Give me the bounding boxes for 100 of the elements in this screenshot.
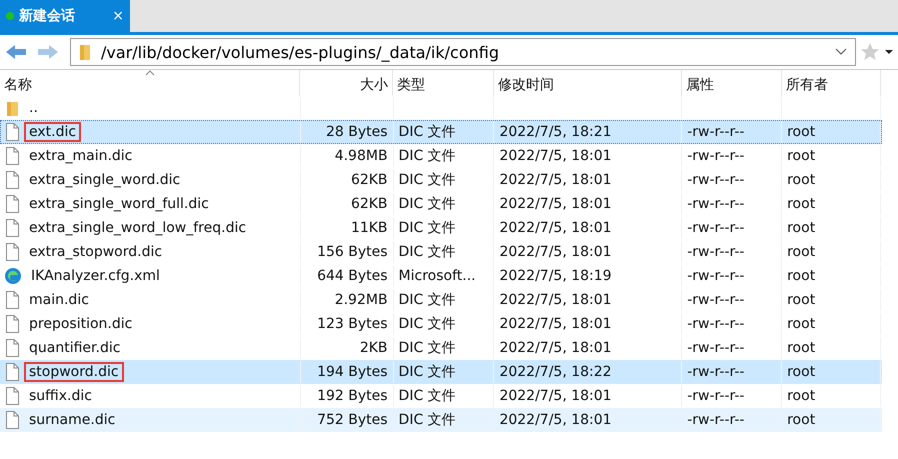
table-cell: 4.98MB (334, 148, 388, 164)
table-cell: -rw-r--r-- (687, 292, 744, 308)
file-icon (4, 338, 20, 358)
table-cell: DIC 文件 (398, 291, 456, 309)
table-cell: 2022/7/5, 18:19 (499, 268, 612, 284)
file-name: surname.dic (28, 411, 116, 430)
table-cell: root (787, 172, 816, 188)
file-icon (4, 314, 20, 334)
header-label: 大小 (360, 76, 388, 95)
file-row[interactable]: .. (0, 96, 882, 120)
file-icon (4, 218, 20, 238)
table-cell: 2022/7/5, 18:01 (499, 292, 612, 308)
table-cell: DIC 文件 (398, 411, 456, 429)
table-cell: -rw-r--r-- (687, 124, 744, 140)
table-cell: DIC 文件 (398, 171, 456, 189)
table-cell: DIC 文件 (398, 219, 456, 237)
file-row[interactable]: suffix.dic 192 Bytes DIC 文件 2022/7/5, 18:01 -rw-r--r-- root (0, 384, 882, 408)
table-cell: -rw-r--r-- (687, 364, 744, 380)
table-cell: -rw-r--r-- (687, 148, 744, 164)
file-row[interactable]: extra_single_word_full.dic 62KB DIC 文件 2022/7/5, 18:01 -rw-r--r-- root (0, 192, 882, 216)
table-cell: 2022/7/5, 18:01 (499, 244, 612, 260)
browser-icon (4, 267, 22, 285)
column-header[interactable]: 所有者 (782, 70, 881, 96)
column-header[interactable]: 修改时间 (494, 70, 682, 96)
table-cell: 2022/7/5, 18:01 (499, 196, 612, 212)
column-header[interactable]: 大小 (300, 70, 393, 96)
table-cell: 2022/7/5, 18:22 (499, 364, 612, 380)
table-cell: 2022/7/5, 18:01 (499, 172, 612, 188)
file-row[interactable]: extra_main.dic 4.98MB DIC 文件 2022/7/5, 18:01 -rw-r--r-- root (0, 144, 882, 168)
table-cell: -rw-r--r-- (687, 220, 744, 236)
file-icon (4, 170, 20, 190)
file-row[interactable]: surname.dic 752 Bytes DIC 文件 2022/7/5, 18:01 -rw-r--r-- root (0, 408, 882, 432)
table-cell: root (787, 244, 816, 260)
header-label: 类型 (397, 76, 425, 95)
file-row[interactable]: ext.dic 28 Bytes DIC 文件 2022/7/5, 18:21 -rw-r--r-- root (0, 120, 882, 144)
file-icon (4, 290, 20, 310)
column-header[interactable]: 名称 (0, 70, 300, 96)
file-row[interactable]: main.dic 2.92MB DIC 文件 2022/7/5, 18:01 -rw-r--r-- root (0, 288, 882, 312)
folder-icon (79, 43, 93, 61)
star-icon[interactable] (860, 42, 880, 62)
table-cell: 2022/7/5, 18:01 (499, 388, 612, 404)
table-cell: 2022/7/5, 18:01 (499, 340, 612, 356)
table-cell: root (787, 220, 816, 236)
table-cell: root (787, 196, 816, 212)
file-row[interactable]: stopword.dic 194 Bytes DIC 文件 2022/7/5, 18:22 -rw-r--r-- root (0, 360, 882, 384)
file-icon (4, 242, 20, 262)
file-name: quantifier.dic (28, 339, 122, 358)
file-name: IKAnalyzer.cfg.xml (30, 267, 161, 286)
table-cell: DIC 文件 (398, 387, 456, 405)
file-name: preposition.dic (28, 315, 134, 334)
file-name: main.dic (28, 291, 90, 310)
table-cell: 644 Bytes (317, 268, 388, 284)
table-cell: -rw-r--r-- (687, 316, 744, 332)
table-cell: DIC 文件 (398, 243, 456, 261)
column-header[interactable]: 类型 (393, 70, 494, 96)
session-tab[interactable]: 新建会话 × (0, 0, 130, 32)
table-cell: 156 Bytes (317, 244, 388, 260)
file-row[interactable]: extra_single_word.dic 62KB DIC 文件 2022/7/5, 18:01 -rw-r--r-- root (0, 168, 882, 192)
table-cell: root (787, 124, 816, 140)
table-cell: 2022/7/5, 18:21 (499, 124, 612, 140)
file-name: stopword.dic (24, 362, 124, 382)
header-label: 所有者 (786, 76, 828, 95)
sort-caret-icon (144, 70, 154, 76)
file-name: extra_main.dic (28, 147, 134, 166)
close-button[interactable]: × (112, 8, 124, 24)
table-cell: 2022/7/5, 18:01 (499, 220, 612, 236)
table-cell: -rw-r--r-- (687, 196, 744, 212)
table-cell: 2022/7/5, 18:01 (499, 316, 612, 332)
table-cell: 28 Bytes (326, 124, 388, 140)
file-row[interactable]: preposition.dic 123 Bytes DIC 文件 2022/7/5, 18:01 -rw-r--r-- root (0, 312, 882, 336)
file-name: extra_single_word_low_freq.dic (28, 219, 248, 238)
table-cell: DIC 文件 (398, 339, 456, 357)
dropdown-icon[interactable] (884, 48, 894, 56)
table-cell: 752 Bytes (317, 412, 388, 428)
file-name: .. (28, 99, 39, 118)
table-cell: root (787, 268, 816, 284)
address-field[interactable]: /var/lib/docker/volumes/es-plugins/_data/ik/config (70, 38, 856, 66)
table-cell: -rw-r--r-- (687, 172, 744, 188)
tab-label: 新建会话 (19, 7, 75, 25)
table-cell: DIC 文件 (398, 195, 456, 213)
table-cell: root (787, 388, 816, 404)
file-icon (4, 194, 20, 214)
file-icon (4, 410, 20, 430)
file-row[interactable]: extra_single_word_low_freq.dic 11KB DIC 文件 2022/7/5, 18:01 -rw-r--r-- root (0, 216, 882, 240)
table-cell: 2022/7/5, 18:01 (499, 412, 612, 428)
table-cell: DIC 文件 (398, 123, 456, 141)
table-cell: root (787, 316, 816, 332)
file-name: extra_single_word.dic (28, 171, 182, 190)
column-header[interactable]: 属性 (682, 70, 782, 96)
table-cell: 192 Bytes (317, 388, 388, 404)
table-cell: root (787, 412, 816, 428)
chevron-down-icon[interactable] (835, 48, 847, 56)
file-name: extra_single_word_full.dic (28, 195, 210, 214)
file-name: suffix.dic (28, 387, 93, 406)
file-row[interactable]: quantifier.dic 2KB DIC 文件 2022/7/5, 18:01 -rw-r--r-- root (0, 336, 882, 360)
file-row[interactable]: IKAnalyzer.cfg.xml 644 Bytes Microsoft... 2022/7/5, 18:19 -rw-r--r-- root (0, 264, 882, 288)
table-cell: 62KB (350, 172, 388, 188)
file-row[interactable]: extra_stopword.dic 156 Bytes DIC 文件 2022/7/5, 18:01 -rw-r--r-- root (0, 240, 882, 264)
file-icon (4, 386, 20, 406)
table-cell: -rw-r--r-- (687, 268, 744, 284)
